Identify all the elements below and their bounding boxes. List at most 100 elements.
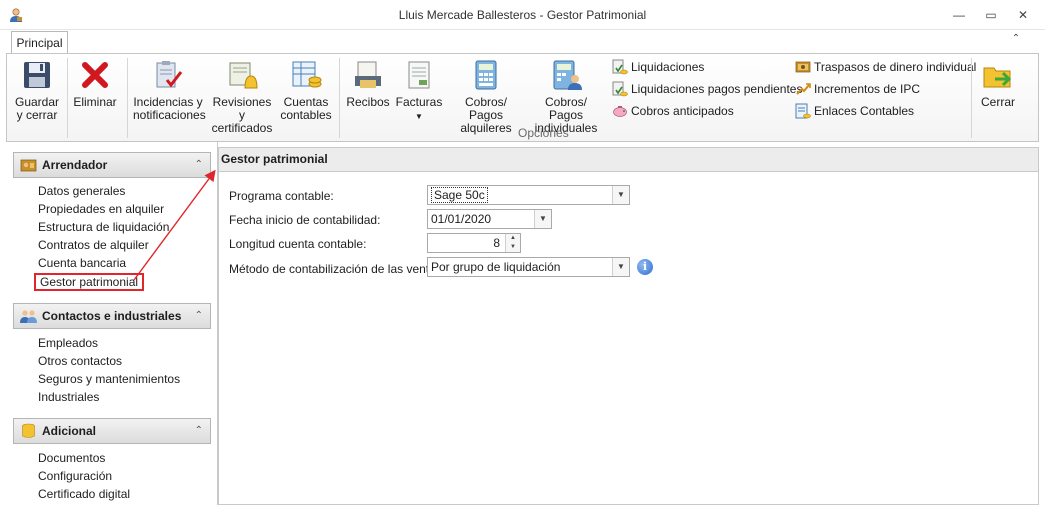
section-title: Adicional bbox=[42, 424, 97, 438]
invoice-icon bbox=[408, 61, 430, 89]
contacts-icon bbox=[20, 310, 37, 323]
folder-exit-icon bbox=[983, 67, 1012, 88]
fecha-label: Fecha inicio de contabilidad: bbox=[229, 213, 381, 227]
title-bar: Lluis Mercade Ballesteros - Gestor Patri… bbox=[0, 0, 1045, 30]
sidebar-item-certificado[interactable]: Certificado digital bbox=[38, 485, 130, 503]
cobros-alquileres-label: Cobros/ Pagos alquileres bbox=[460, 95, 512, 135]
traspasos-label: Traspasos de dinero individual bbox=[814, 60, 977, 74]
fecha-value: 01/01/2020 bbox=[431, 212, 492, 226]
cuentas-label: Cuentas contables bbox=[280, 95, 332, 122]
sidebar-item-datos-generales[interactable]: Datos generales bbox=[38, 182, 125, 200]
sidebar-item-otros-contactos[interactable]: Otros contactos bbox=[38, 352, 122, 370]
ipc-increment-icon bbox=[796, 83, 811, 95]
programa-label: Programa contable: bbox=[229, 189, 334, 203]
cerrar-label: Cerrar bbox=[980, 95, 1015, 109]
sidebar-item-contratos[interactable]: Contratos de alquiler bbox=[38, 236, 149, 254]
section-title: Arrendador bbox=[42, 158, 108, 172]
sidebar-item-gestor-patrimonial[interactable]: Gestor patrimonial bbox=[34, 273, 145, 291]
incrementos-ipc-label: Incrementos de IPC bbox=[814, 82, 921, 96]
sidebar-item-industriales[interactable]: Industriales bbox=[38, 388, 99, 406]
chevron-down-icon[interactable]: ▼ bbox=[612, 186, 629, 204]
info-icon[interactable]: i bbox=[637, 259, 653, 275]
guardar-button[interactable]: Guardar y cerrar bbox=[11, 58, 63, 122]
ribbon-separator bbox=[971, 58, 972, 138]
incidencias-label: Incidencias y notificaciones bbox=[133, 95, 206, 122]
ribbon-separator bbox=[127, 58, 128, 138]
sidebar-item-documentos[interactable]: Documentos bbox=[38, 449, 105, 467]
spin-buttons-icon[interactable]: ▲ ▼ bbox=[505, 234, 520, 252]
facturas-dropdown-icon: ▼ bbox=[415, 112, 423, 121]
piggy-bank-icon bbox=[613, 106, 627, 117]
section-header-contactos[interactable]: Contactos e industriales ⌃ bbox=[13, 303, 211, 329]
cobros-individuales-button[interactable]: Cobros/ Pagos individuales bbox=[529, 58, 603, 135]
main-content: Gestor patrimonial Programa contable: Sa… bbox=[218, 147, 1039, 505]
sidebar-item-propiedades[interactable]: Propiedades en alquiler bbox=[38, 200, 164, 218]
calendar-dropdown-icon[interactable]: ▼ bbox=[534, 210, 551, 228]
receipt-printer-icon bbox=[355, 61, 381, 88]
liquidaciones-icon bbox=[612, 59, 628, 75]
section-header-arrendador[interactable]: Arrendador ⌃ bbox=[13, 152, 211, 178]
delete-x-icon bbox=[82, 62, 108, 88]
clipboard-check-icon bbox=[156, 61, 183, 88]
recibos-label: Recibos bbox=[346, 95, 390, 109]
incrementos-ipc-button[interactable]: Incrementos de IPC bbox=[795, 80, 920, 98]
longitud-value: 8 bbox=[493, 236, 500, 250]
section-header-adicional[interactable]: Adicional ⌃ bbox=[13, 418, 211, 444]
ribbon-collapse-icon[interactable]: ⌃ bbox=[1008, 33, 1024, 49]
liquidaciones-button[interactable]: Liquidaciones bbox=[612, 58, 704, 76]
sidebar-item-cuenta-bancaria[interactable]: Cuenta bancaria bbox=[38, 254, 126, 272]
longitud-stepper[interactable]: 8 ▲ ▼ bbox=[427, 233, 521, 253]
revisiones-button[interactable]: Revisiones y certificados bbox=[209, 58, 275, 135]
chevron-down-icon[interactable]: ▼ bbox=[612, 258, 629, 276]
close-window-button[interactable]: ✕ bbox=[1010, 5, 1036, 25]
window-title: Lluis Mercade Ballesteros - Gestor Patri… bbox=[398, 8, 647, 22]
section-title: Contactos e industriales bbox=[42, 309, 182, 323]
revisiones-label: Revisiones y certificados bbox=[211, 95, 273, 135]
guardar-label: Guardar y cerrar bbox=[14, 95, 60, 122]
eliminar-button[interactable]: Eliminar bbox=[69, 58, 121, 109]
liquidaciones-pendientes-label: Liquidaciones pagos pendientes bbox=[631, 82, 803, 96]
maximize-button[interactable]: ▭ bbox=[978, 5, 1004, 25]
floppy-disk-icon bbox=[24, 62, 50, 88]
accounting-link-icon bbox=[795, 103, 811, 119]
liquidaciones-pendientes-button[interactable]: Liquidaciones pagos pendientes bbox=[612, 80, 802, 98]
sidebar-item-seguros[interactable]: Seguros y mantenimientos bbox=[38, 370, 180, 388]
calculator-icon bbox=[475, 60, 497, 90]
money-transfer-icon bbox=[795, 61, 811, 73]
incidencias-button[interactable]: Incidencias y notificaciones bbox=[133, 58, 206, 122]
longitud-label: Longitud cuenta contable: bbox=[229, 237, 367, 251]
facturas-label: Facturas bbox=[395, 95, 443, 109]
liquidaciones-pendientes-icon bbox=[612, 81, 628, 97]
metodo-value: Por grupo de liquidación bbox=[431, 260, 561, 274]
enlaces-contables-label: Enlaces Contables bbox=[814, 104, 915, 118]
sidebar-item-configuracion[interactable]: Configuración bbox=[38, 467, 112, 485]
fecha-input[interactable]: 01/01/2020 ▼ bbox=[427, 209, 552, 229]
ribbon-separator bbox=[339, 58, 340, 138]
sidebar: Arrendador ⌃ Datos generales Propiedades… bbox=[6, 142, 218, 505]
sidebar-item-empleados[interactable]: Empleados bbox=[38, 334, 98, 352]
metodo-select[interactable]: Por grupo de liquidación ▼ bbox=[427, 257, 630, 277]
chevron-up-icon: ⌃ bbox=[194, 159, 203, 170]
calculator-user-icon bbox=[553, 60, 582, 90]
programa-value: Sage 50c bbox=[431, 187, 488, 203]
ribbon-separator bbox=[67, 58, 68, 138]
cobros-alquileres-button[interactable]: Cobros/ Pagos alquileres bbox=[449, 58, 523, 135]
traspasos-button[interactable]: Traspasos de dinero individual bbox=[795, 58, 976, 76]
facturas-button[interactable]: Facturas ▼ bbox=[395, 58, 443, 123]
page-title: Gestor patrimonial bbox=[219, 148, 1038, 172]
ribbon-group-caption: Opciones bbox=[518, 126, 569, 140]
eliminar-label: Eliminar bbox=[73, 95, 117, 109]
programa-select[interactable]: Sage 50c ▼ bbox=[427, 185, 630, 205]
ribbon-tab-row: Principal ⌃ bbox=[0, 30, 1045, 54]
ledger-coins-icon bbox=[292, 61, 322, 88]
minimize-button[interactable]: — bbox=[946, 5, 972, 25]
landlord-icon bbox=[20, 159, 37, 172]
enlaces-contables-button[interactable]: Enlaces Contables bbox=[795, 102, 914, 120]
cerrar-button[interactable]: Cerrar bbox=[975, 58, 1021, 109]
cobros-anticipados-button[interactable]: Cobros anticipados bbox=[612, 102, 734, 120]
tab-principal[interactable]: Principal bbox=[11, 31, 68, 54]
sidebar-item-estructura[interactable]: Estructura de liquidación bbox=[38, 218, 169, 236]
recibos-button[interactable]: Recibos bbox=[343, 58, 393, 109]
cuentas-button[interactable]: Cuentas contables bbox=[279, 58, 333, 122]
chevron-up-icon: ⌃ bbox=[194, 310, 203, 321]
